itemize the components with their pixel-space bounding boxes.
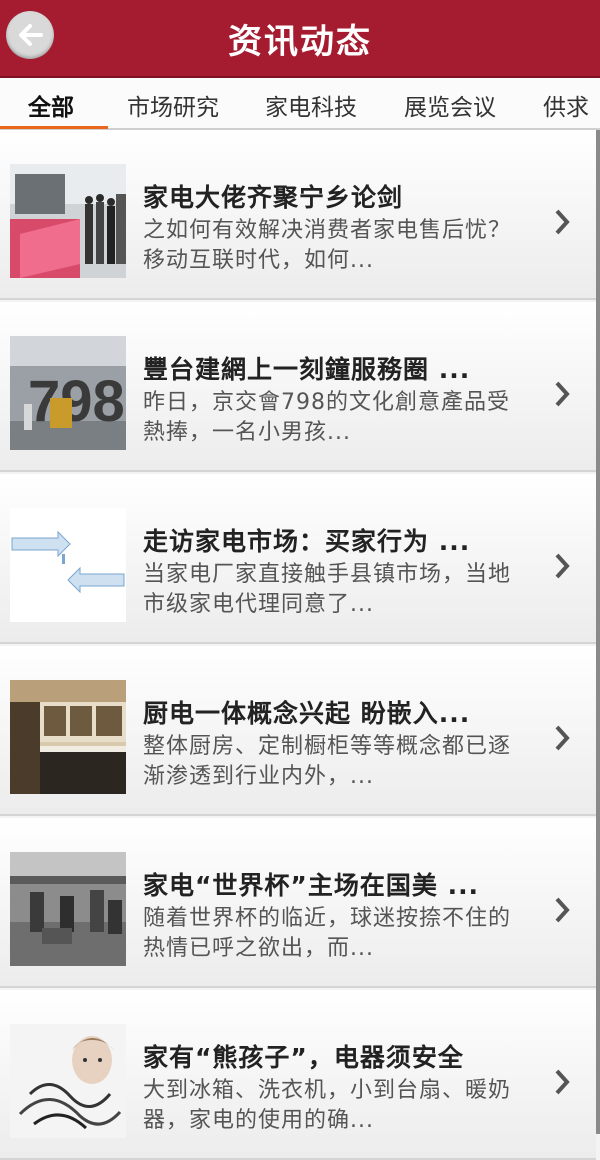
- news-title: 家电“世界杯”主场在国美 ...: [143, 871, 480, 900]
- tab-appliance-tech[interactable]: 家电科技: [265, 88, 357, 122]
- list-item[interactable]: 798 豐台建網上一刻鐘服務圈 ... 昨日，京交會798的文化創意產品受熱捧，…: [0, 302, 596, 472]
- category-tabs: 全部 市场研究 家电科技 展览会议 供求: [0, 78, 600, 130]
- news-thumbnail: [10, 1024, 126, 1138]
- news-summary: 随着世界杯的临近，球迷按捺不住的热情已呼之欲出，而...: [143, 906, 512, 961]
- chevron-right-icon: [555, 381, 570, 407]
- tab-all[interactable]: 全部: [28, 88, 74, 122]
- news-summary: 当家电厂家直接触手县镇市场，当地市级家电代理同意了...: [143, 562, 512, 617]
- news-title: 豐台建網上一刻鐘服務圈 ...: [143, 355, 471, 384]
- news-thumbnail: 798: [10, 336, 126, 450]
- news-summary: 之如何有效解决消费者家电售后忧？移动互联时代，如何...: [143, 218, 512, 273]
- tab-supply-demand[interactable]: 供求: [543, 88, 589, 122]
- news-title: 走访家电市场：买家行为 ...: [143, 527, 471, 556]
- svg-text:798: 798: [28, 369, 125, 434]
- scrollbar[interactable]: [596, 130, 600, 1134]
- tab-exhibition[interactable]: 展览会议: [404, 88, 496, 122]
- chevron-right-icon: [555, 209, 570, 235]
- chevron-right-icon: [555, 897, 570, 923]
- tab-market-research[interactable]: 市场研究: [127, 88, 219, 122]
- list-item[interactable]: 家电大佬齐聚宁乡论剑 之如何有效解决消费者家电售后忧？移动互联时代，如何...: [0, 130, 596, 300]
- news-summary: 大到冰箱、洗衣机，小到台扇、暖奶器，家电的使用的确...: [143, 1078, 512, 1133]
- chevron-right-icon: [555, 1069, 570, 1095]
- chevron-right-icon: [555, 725, 570, 751]
- active-tab-indicator: [0, 126, 108, 129]
- news-thumbnail: [10, 508, 126, 622]
- news-thumbnail: [10, 852, 126, 966]
- chevron-right-icon: [555, 553, 570, 579]
- news-thumbnail: [10, 680, 126, 794]
- page-title: 资讯动态: [228, 22, 372, 62]
- news-thumbnail: [10, 164, 126, 278]
- list-item[interactable]: 走访家电市场：买家行为 ... 当家电厂家直接触手县镇市场，当地市级家电代理同意…: [0, 474, 596, 644]
- news-summary: 昨日，京交會798的文化創意產品受熱捧，一名小男孩...: [143, 390, 510, 445]
- list-item[interactable]: 家有“熊孩子”，电器须安全 大到冰箱、洗衣机，小到台扇、暖奶器，家电的使用的确.…: [0, 990, 596, 1160]
- news-title: 家电大佬齐聚宁乡论剑: [143, 183, 404, 212]
- list-item[interactable]: 家电“世界杯”主场在国美 ... 随着世界杯的临近，球迷按捺不住的热情已呼之欲出…: [0, 818, 596, 988]
- news-summary: 整体厨房、定制橱柜等等概念都已逐渐渗透到行业内外，...: [143, 734, 512, 789]
- list-item[interactable]: 厨电一体概念兴起 盼嵌入... 整体厨房、定制橱柜等等概念都已逐渐渗透到行业内外…: [0, 646, 596, 816]
- news-title: 家有“熊孩子”，电器须安全: [143, 1043, 464, 1072]
- app-header: 资讯动态: [0, 0, 600, 78]
- news-title: 厨电一体概念兴起 盼嵌入...: [143, 699, 471, 728]
